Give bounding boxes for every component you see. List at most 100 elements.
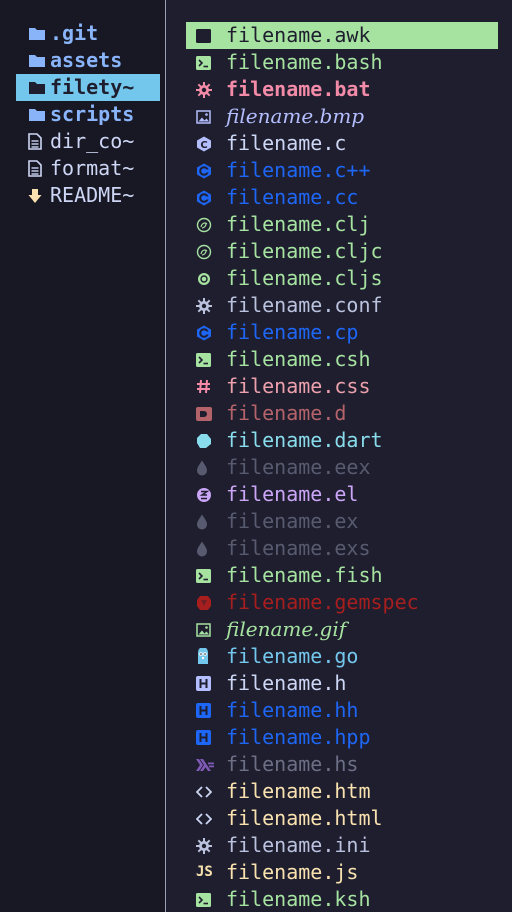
file-entry[interactable]: filename.el [186, 481, 498, 508]
file-entry[interactable]: README~ [16, 182, 160, 209]
haskell-icon [196, 758, 226, 772]
entry-label: filename.css [226, 374, 371, 398]
entry-label: filename.csh [226, 347, 371, 371]
emacs-icon [196, 487, 226, 503]
terminal-icon [196, 568, 226, 583]
folder-icon [28, 53, 50, 68]
file-entry[interactable]: filename.gif [186, 616, 498, 643]
entry-label: scripts [50, 102, 135, 126]
file-entry[interactable]: filename.bat [186, 76, 498, 103]
file-entry[interactable]: dir_co~ [16, 128, 160, 155]
gear-icon [196, 837, 226, 854]
code-brackets-icon [196, 785, 226, 799]
file-entry[interactable]: filename.dart [186, 427, 498, 454]
file-entry[interactable]: filename.hpp [186, 724, 498, 751]
code-brackets-icon [196, 812, 226, 826]
file-entry[interactable]: filename.clj [186, 211, 498, 238]
image-icon [196, 622, 226, 637]
elixir-drop-icon [196, 541, 226, 557]
file-entry[interactable]: filename.awk [186, 22, 498, 49]
file-entry[interactable]: filename.ksh [186, 886, 498, 912]
image-icon [196, 109, 226, 124]
file-list: filename.awk filename.bash filename.bat fil… [186, 22, 498, 912]
entry-label: filename.gif [226, 617, 347, 641]
entry-label: filename.h [226, 671, 347, 695]
entry-label: README~ [50, 183, 135, 207]
elixir-drop-icon [196, 460, 226, 476]
file-entry[interactable]: filename.exs [186, 535, 498, 562]
entry-label: filename.c++ [226, 158, 371, 182]
file-entry[interactable]: filename.cljc [186, 238, 498, 265]
entry-label: filename.html [226, 806, 383, 830]
folder-icon [28, 26, 50, 41]
entry-label: .git [50, 21, 99, 45]
parent-directory-pane: .git assets filety~ scripts dir_co~ format~ RE… [0, 0, 166, 912]
file-entry[interactable]: filename.htm [186, 778, 498, 805]
dart-icon [196, 433, 226, 449]
file-entry[interactable]: filename.fish [186, 562, 498, 589]
entry-label: filename.clj [226, 212, 371, 236]
entry-label: filename.hh [226, 698, 359, 722]
file-entry[interactable]: filename.gemspec [186, 589, 498, 616]
entry-label: filename.cljc [226, 239, 383, 263]
entry-label: filename.bash [226, 50, 383, 74]
folder-icon [28, 80, 50, 95]
clojurescript-icon [196, 271, 226, 287]
entry-label: assets [50, 48, 123, 72]
directory-entry[interactable]: assets [16, 47, 160, 74]
file-entry[interactable]: filename.c++ [186, 157, 498, 184]
file-entry[interactable]: filename.bmp [186, 103, 498, 130]
document-icon [28, 133, 50, 150]
entry-label: filename.c [226, 131, 347, 155]
terminal-icon [196, 28, 226, 43]
file-entry[interactable]: filename.conf [186, 292, 498, 319]
file-entry[interactable]: filename.bash [186, 49, 498, 76]
file-entry[interactable]: format~ [16, 155, 160, 182]
clojure-icon [196, 217, 226, 233]
file-entry[interactable]: filename.eex [186, 454, 498, 481]
file-entry[interactable]: filename.cp [186, 319, 498, 346]
cpp-lang-icon [196, 190, 226, 206]
entry-label: format~ [50, 156, 135, 180]
file-entry[interactable]: filename.cc [186, 184, 498, 211]
entry-label: filename.bat [226, 77, 371, 101]
entry-label: filename.dart [226, 428, 383, 452]
entry-label: filename.htm [226, 779, 371, 803]
directory-entry[interactable]: scripts [16, 101, 160, 128]
file-entry[interactable]: filename.go [186, 643, 498, 670]
file-entry[interactable]: Cfilename.c [186, 130, 498, 157]
entry-label: filename.conf [226, 293, 383, 317]
directory-entry[interactable]: .git [16, 20, 160, 47]
entry-label: filename.ini [226, 833, 371, 857]
file-entry[interactable]: filename.cljs [186, 265, 498, 292]
entry-label: filename.d [226, 401, 347, 425]
entry-label: filename.cc [226, 185, 359, 209]
javascript-icon: JS [196, 864, 213, 880]
file-entry[interactable]: filename.hs [186, 751, 498, 778]
svg-text:C: C [200, 140, 207, 151]
entry-label: filename.hs [226, 752, 359, 776]
directory-entry[interactable]: filety~ [16, 74, 160, 101]
entry-label: filename.go [226, 644, 359, 668]
d-lang-icon [196, 406, 226, 421]
file-entry[interactable]: filename.ini [186, 832, 498, 859]
download-arrow-icon [28, 188, 50, 204]
entry-label: filename.cp [226, 320, 359, 344]
cpp-lang-icon [196, 163, 226, 179]
file-entry[interactable]: filename.ex [186, 508, 498, 535]
entry-label: filename.el [226, 482, 359, 506]
header-h-icon [196, 703, 226, 718]
file-entry[interactable]: filename.d [186, 400, 498, 427]
entry-label: filename.cljs [226, 266, 383, 290]
file-entry[interactable]: filename.hh [186, 697, 498, 724]
file-entry[interactable]: filename.css [186, 373, 498, 400]
ruby-gem-icon [196, 595, 226, 611]
gear-icon [196, 81, 226, 98]
header-h-icon [196, 730, 226, 745]
entry-label: filename.ex [226, 509, 359, 533]
file-entry[interactable]: filename.csh [186, 346, 498, 373]
file-entry[interactable]: JS filename.js [186, 859, 498, 886]
file-entry[interactable]: filename.h [186, 670, 498, 697]
file-entry[interactable]: filename.html [186, 805, 498, 832]
entry-label: dir_co~ [50, 129, 135, 153]
